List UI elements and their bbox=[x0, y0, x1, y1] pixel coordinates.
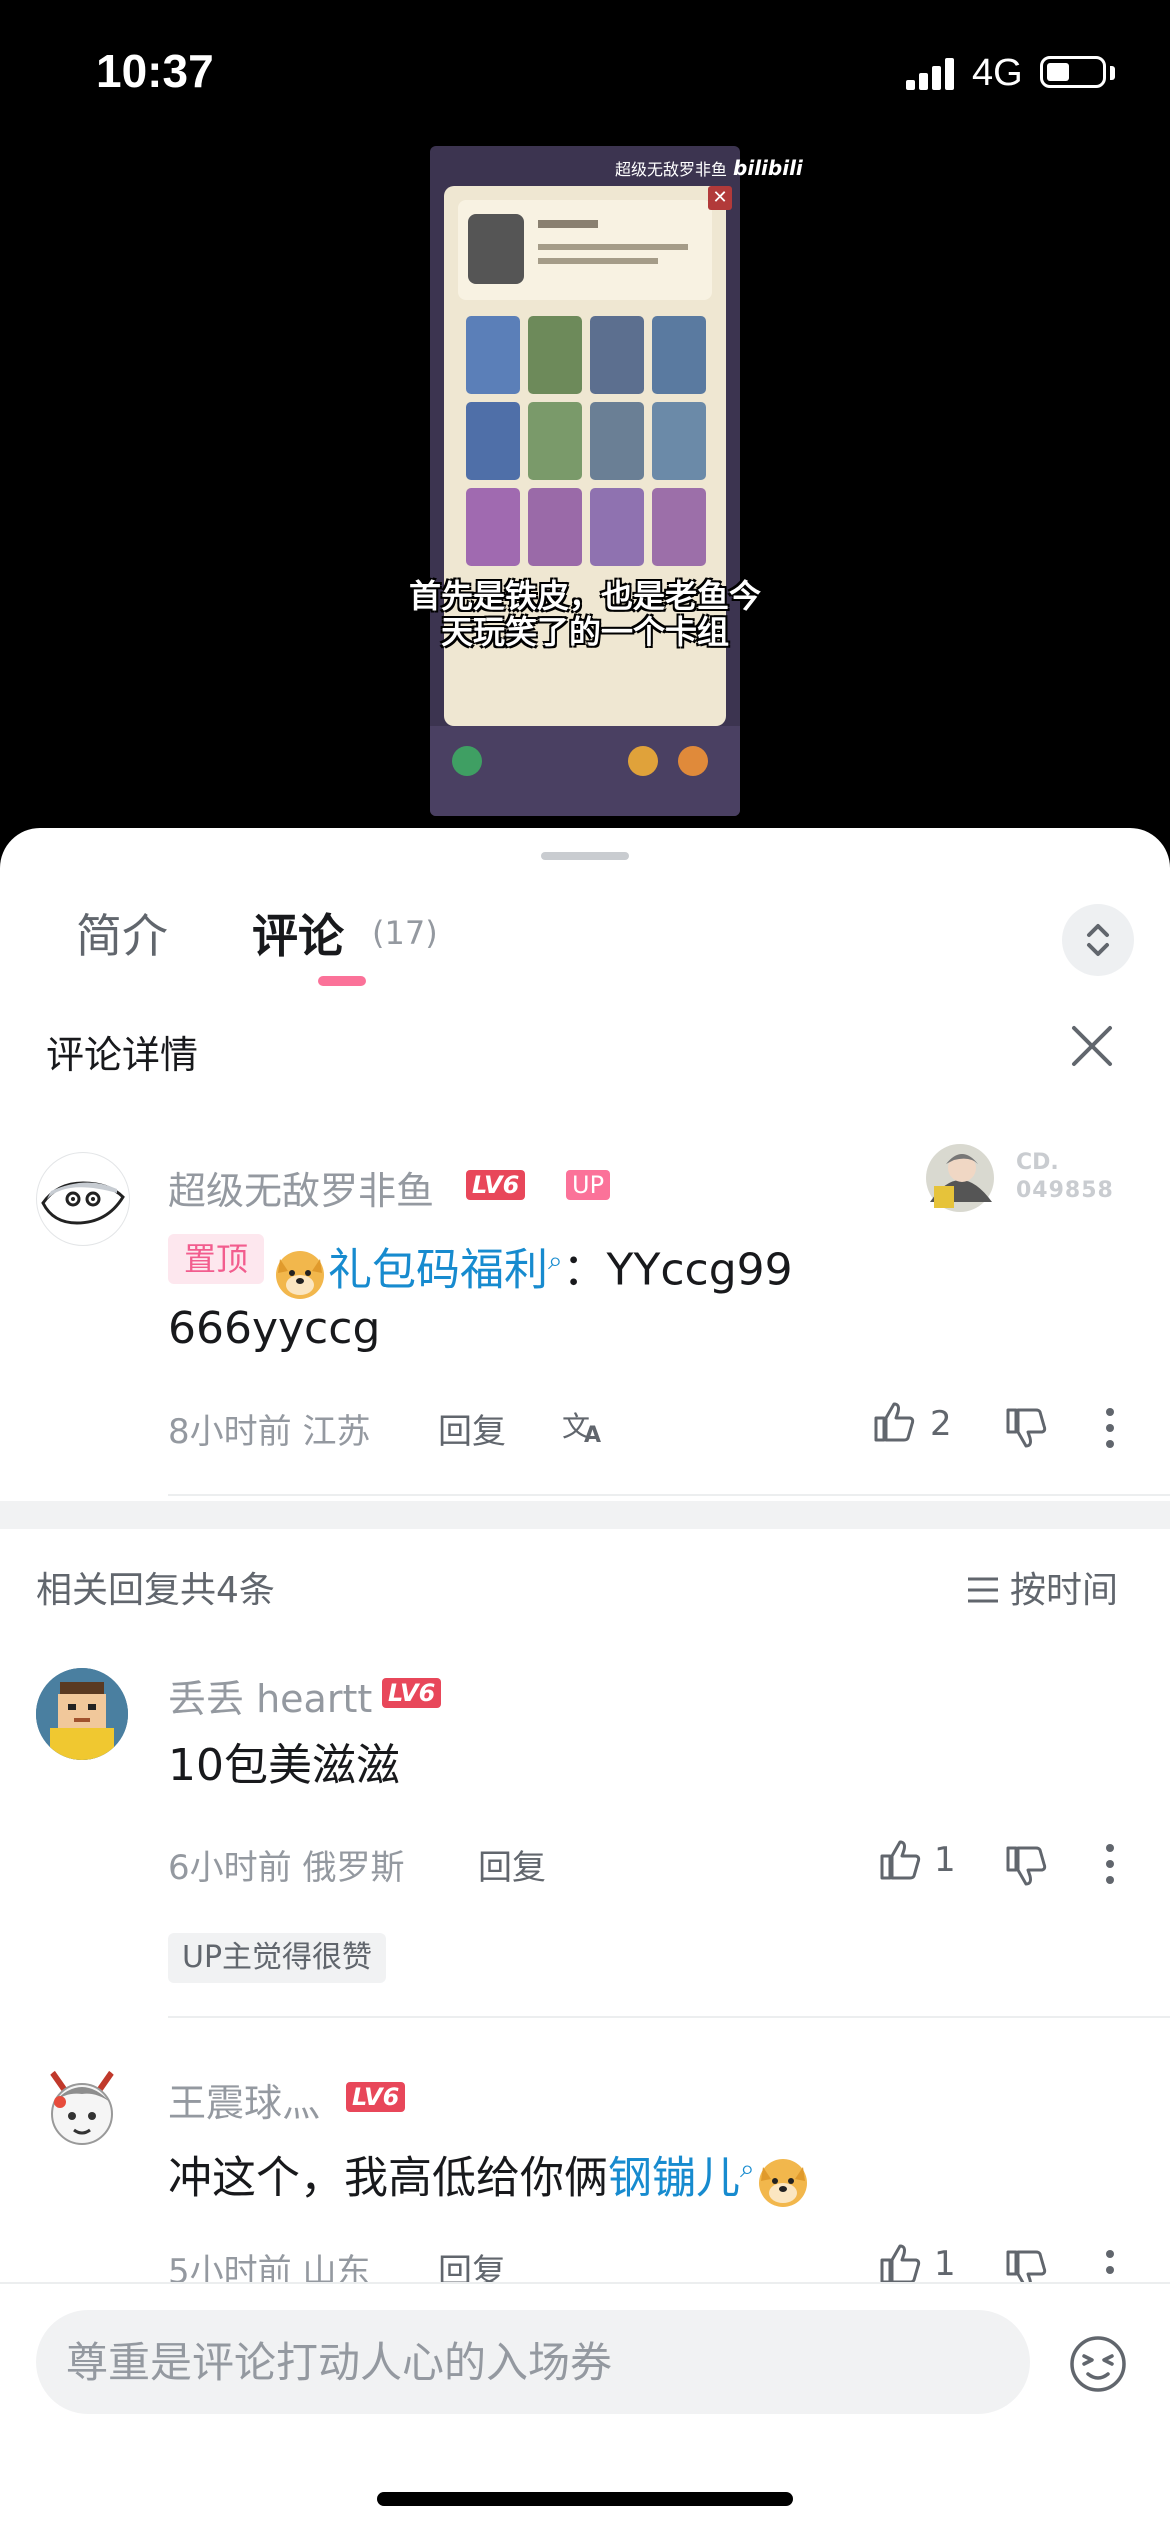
more-icon[interactable] bbox=[1100, 1406, 1120, 1450]
dislike-icon[interactable] bbox=[1004, 1406, 1048, 1450]
network-type: 4G bbox=[972, 52, 1023, 94]
video-player[interactable]: ✕ 超级无敌罗非鱼 bilibili 首先是铁皮，也是老鱼今 天玩笑了的一个卡组 bbox=[0, 140, 1170, 830]
reply-username[interactable]: 王震球灬 bbox=[168, 2072, 320, 2127]
deck-card bbox=[528, 488, 582, 566]
comment-username[interactable]: 超级无敌罗非鱼 bbox=[168, 1160, 434, 1215]
deck-card bbox=[466, 488, 520, 566]
level-badge: LV6 bbox=[382, 1678, 442, 1708]
home-indicator bbox=[377, 2492, 793, 2506]
video-watermark: 超级无敌罗非鱼 bilibili bbox=[615, 156, 803, 180]
like-icon[interactable] bbox=[878, 1838, 922, 1882]
fish-avatar-icon bbox=[41, 1181, 125, 1225]
coin-link[interactable]: 钢镚儿 bbox=[608, 2153, 740, 2204]
frame-close-icon: ✕ bbox=[708, 186, 732, 210]
video-frame: ✕ bbox=[430, 146, 740, 816]
close-icon[interactable] bbox=[1066, 1020, 1118, 1072]
pinned-badge: 置顶 bbox=[168, 1234, 265, 1284]
reply-username[interactable]: 丢丢 heartt bbox=[168, 1668, 372, 1723]
drag-handle[interactable] bbox=[541, 852, 629, 860]
status-bar: 10:37 4G bbox=[0, 0, 1170, 140]
detail-title: 评论详情 bbox=[46, 1033, 199, 1077]
like-count: 2 bbox=[930, 1404, 952, 1444]
emoji-icon[interactable] bbox=[1068, 2334, 1128, 2394]
signal-icon bbox=[906, 58, 954, 90]
tab-comments[interactable]: 评论 bbox=[252, 900, 344, 966]
level-badge: LV6 bbox=[346, 2082, 406, 2112]
tab-intro[interactable]: 简介 bbox=[76, 900, 168, 966]
like-count: 1 bbox=[934, 1840, 956, 1880]
deck-card bbox=[590, 488, 644, 566]
tab-active-indicator bbox=[318, 976, 366, 986]
pixel-avatar-icon bbox=[36, 1668, 128, 1760]
up-liked-tag: UP主觉得很赞 bbox=[168, 1933, 387, 1983]
frame-toolbar bbox=[430, 726, 740, 816]
comments-sheet: 简介 评论 (17) 评论详情 超级无敌罗非鱼 LV6 UP CD. 04985… bbox=[0, 828, 1170, 2532]
deck-card bbox=[590, 402, 644, 480]
deck-card bbox=[528, 402, 582, 480]
comment-input-bar bbox=[0, 2282, 1170, 2532]
reply-content: 10包美滋滋 bbox=[168, 1740, 400, 1791]
fan-badge-avatar-icon bbox=[926, 1144, 994, 1212]
battery-icon bbox=[1040, 56, 1106, 88]
like-count: 1 bbox=[934, 2244, 956, 2284]
section-divider bbox=[0, 1501, 1170, 1529]
comment-content-line-1: 礼包码福利⌕：YYccg99 bbox=[272, 1228, 1132, 1304]
avatar[interactable] bbox=[36, 1668, 128, 1760]
fan-badge-label: CD. bbox=[1016, 1150, 1059, 1175]
gift-code-link[interactable]: 礼包码福利 bbox=[328, 1245, 548, 1296]
status-time: 10:37 bbox=[96, 45, 214, 97]
subtitle-line-2: 天玩笑了的一个卡组 bbox=[440, 613, 729, 651]
dislike-icon[interactable] bbox=[1004, 1844, 1048, 1888]
doge-emoji-icon bbox=[276, 1250, 324, 1299]
reply-content: 冲这个，我高低给你俩钢镚儿⌕ bbox=[168, 2136, 811, 2212]
sort-label: 按时间 bbox=[1010, 1570, 1119, 1611]
deck-card bbox=[528, 316, 582, 394]
divider bbox=[168, 1494, 1170, 1496]
expand-collapse-icon bbox=[1087, 924, 1109, 956]
like-icon[interactable] bbox=[878, 2242, 922, 2286]
comments-count: (17) bbox=[372, 914, 438, 952]
reply-time-location: 6小时前 俄罗斯 bbox=[168, 1848, 405, 1888]
deck-header bbox=[458, 200, 712, 300]
fan-badge-number: 049858 bbox=[1016, 1178, 1114, 1203]
svg-text:A: A bbox=[584, 1423, 601, 1446]
comment-input[interactable] bbox=[36, 2310, 1030, 2414]
battery-tip bbox=[1110, 66, 1115, 80]
gift-code-text: ：YYccg99 bbox=[562, 1244, 793, 1296]
deck-card bbox=[466, 316, 520, 394]
avatar[interactable] bbox=[36, 2062, 128, 2154]
replies-count: 相关回复共4条 bbox=[36, 1570, 275, 1611]
fan-badge[interactable] bbox=[910, 1138, 1010, 1222]
more-icon[interactable] bbox=[1100, 1842, 1120, 1886]
up-badge: UP bbox=[566, 1170, 611, 1200]
deck-card bbox=[590, 316, 644, 394]
level-badge: LV6 bbox=[466, 1170, 526, 1200]
link-search-icon: ⌕ bbox=[548, 1246, 563, 1276]
comment-time-location: 8小时前 江苏 bbox=[168, 1412, 371, 1452]
deck-card bbox=[466, 402, 520, 480]
doge-emoji-icon bbox=[758, 2158, 807, 2207]
comment-content-line-2: 666yyccg bbox=[168, 1303, 381, 1354]
subtitle-line-1: 首先是铁皮，也是老鱼今 bbox=[408, 577, 761, 615]
like-icon[interactable] bbox=[872, 1400, 916, 1444]
battery-level bbox=[1047, 63, 1069, 81]
deck-card bbox=[652, 488, 706, 566]
link-search-icon: ⌕ bbox=[740, 2154, 755, 2184]
sort-button[interactable]: 按时间 bbox=[966, 1561, 1118, 1613]
divider bbox=[168, 2016, 1170, 2018]
translate-icon[interactable]: 文 A bbox=[562, 1406, 606, 1446]
anime-avatar-icon bbox=[49, 2070, 115, 2145]
deck-card bbox=[652, 316, 706, 394]
reply-button[interactable]: 回复 bbox=[438, 1404, 506, 1453]
reply-button[interactable]: 回复 bbox=[478, 1840, 546, 1889]
list-icon bbox=[968, 1577, 998, 1603]
expand-toggle-button[interactable] bbox=[1062, 904, 1134, 976]
avatar[interactable] bbox=[36, 1152, 130, 1246]
deck-card bbox=[652, 402, 706, 480]
